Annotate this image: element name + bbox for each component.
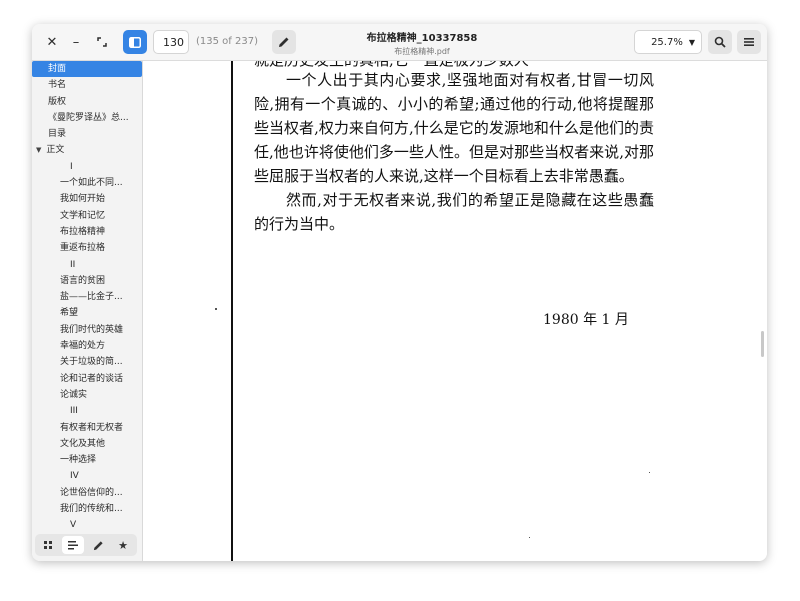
- sidebar-toc-item[interactable]: 关于垃圾的简...: [32, 354, 142, 370]
- toc-item-label: 论诚实: [60, 389, 88, 400]
- sidebar-toc-item[interactable]: 文学和记忆: [32, 208, 142, 224]
- toc-item-label: 论世俗信仰的...: [60, 487, 123, 498]
- zoom-value: 25.7%: [651, 36, 683, 48]
- sidebar-icon: [129, 36, 141, 48]
- toc-item-label: 文化及其他: [60, 438, 106, 449]
- sidebar-toc-item[interactable]: 一种选择: [32, 452, 142, 468]
- sidebar-toc-item[interactable]: II: [32, 257, 142, 273]
- date-line: 1980 年 1 月: [543, 312, 629, 328]
- toc-item-label: 我们的传统和...: [60, 504, 123, 515]
- toc-item-label: 幸福的处方: [60, 341, 106, 352]
- toc-item-label: 有权者和无权者: [60, 422, 124, 433]
- sidebar-toc-item[interactable]: 目录: [32, 126, 142, 142]
- chevron-down-icon: ▼: [688, 37, 695, 47]
- sidebar-toc-item[interactable]: 版权: [32, 94, 142, 110]
- header-bar: ✕ – 130 (135 of 237) 布拉格精神_10337858 布拉格精…: [32, 24, 767, 61]
- toc-item-label: 正文: [46, 145, 65, 156]
- document-title: 布拉格精神_10337858: [366, 33, 478, 44]
- toc-item-label: 目录: [48, 129, 67, 140]
- toc-item-label: IV: [70, 471, 79, 482]
- sidebar-toc-item[interactable]: III: [32, 403, 142, 419]
- paragraph-2: 然而,对于无权者来说,我们的希望正是隐藏在这些愚蠢的行为当中。: [254, 191, 654, 233]
- sidebar: 封面书名版权《曼陀罗译丛》总... 目录 ▼ 正文 I 一个如此不同... 我如何开始文学和…: [32, 61, 143, 561]
- sidebar-toc-item[interactable]: 语言的贫困: [32, 273, 142, 289]
- minimize-icon[interactable]: –: [64, 30, 88, 54]
- search-icon: [714, 36, 726, 48]
- sidebar-toc-item[interactable]: 封面: [32, 61, 142, 78]
- sidebar-toc-item[interactable]: 有权者和无权者: [32, 420, 142, 436]
- toc-item-label: 关于垃圾的简...: [60, 357, 123, 368]
- toc-item-label: 我们时代的英雄: [60, 324, 124, 335]
- sidebar-toc-item[interactable]: ▼ 正文: [32, 142, 142, 158]
- sidebar-toc-item[interactable]: 我们的传统和...: [32, 501, 142, 517]
- table-of-contents: 封面书名版权《曼陀罗译丛》总... 目录 ▼ 正文 I 一个如此不同... 我如何开始文学和…: [32, 61, 142, 534]
- sidebar-footer: ★: [32, 531, 142, 561]
- document-filename: 布拉格精神.pdf: [394, 47, 450, 56]
- expand-arrow-icon[interactable]: ▼: [36, 146, 41, 154]
- sidebar-toc-item[interactable]: 希望: [32, 305, 142, 321]
- toc-item-label: 布拉格精神: [60, 226, 106, 237]
- page-number-input[interactable]: 130: [153, 30, 189, 54]
- page-text: 一个人出于其内心要求,坚强地面对有权者,甘冒一切风险,拥有一个真诚的、小小的希望…: [254, 68, 654, 236]
- sidebar-toc-item[interactable]: I: [32, 159, 142, 175]
- toc-item-label: II: [70, 259, 76, 270]
- sidebar-toc-item[interactable]: IV: [32, 468, 142, 484]
- grid-icon[interactable]: [37, 536, 59, 554]
- sidebar-toc-item[interactable]: 幸福的处方: [32, 338, 142, 354]
- main-menu-button[interactable]: [737, 30, 761, 54]
- scan-speck: [215, 308, 217, 310]
- toc-item-label: 重返布拉格: [60, 243, 106, 254]
- sidebar-toc-item[interactable]: 一个如此不同...: [32, 175, 142, 191]
- sidebar-toc-item[interactable]: 盐——比金子...: [32, 289, 142, 305]
- sidebar-toc-item[interactable]: 论诚实: [32, 387, 142, 403]
- toc-item-label: 版权: [48, 96, 67, 107]
- scan-speck: [649, 472, 650, 473]
- sidebar-toc-item[interactable]: 论世俗信仰的...: [32, 485, 142, 501]
- sidebar-toc-item[interactable]: 我如何开始: [32, 191, 142, 207]
- outline-icon[interactable]: [62, 536, 84, 554]
- sidebar-toc-item[interactable]: 文化及其他: [32, 436, 142, 452]
- page-count: (135 of 237): [196, 36, 258, 47]
- annotate-icon[interactable]: [87, 536, 109, 554]
- paragraph-1: 一个人出于其内心要求,坚强地面对有权者,甘冒一切风险,拥有一个真诚的、小小的希望…: [254, 71, 654, 185]
- document-title-area: 布拉格精神_10337858 布拉格精神.pdf: [332, 29, 512, 57]
- sidebar-toc-item[interactable]: 重返布拉格: [32, 240, 142, 256]
- toc-item-label: III: [70, 406, 78, 417]
- toc-item-label: I: [70, 161, 73, 172]
- toc-item-label: 盐——比金子...: [60, 292, 123, 303]
- toc-item-label: 一个如此不同...: [60, 178, 123, 189]
- edit-button[interactable]: [272, 30, 296, 54]
- scan-speck: [529, 537, 530, 538]
- maximize-icon[interactable]: [90, 30, 114, 54]
- sidebar-toc-item[interactable]: 书名: [32, 77, 142, 93]
- sidebar-mode-switcher: ★: [35, 534, 137, 556]
- close-icon[interactable]: ✕: [40, 30, 64, 54]
- toc-item-label: 我如何开始: [60, 194, 106, 205]
- pencil-icon: [279, 37, 289, 47]
- toc-item-label: 封面: [48, 64, 67, 74]
- zoom-dropdown[interactable]: 25.7% ▼: [634, 30, 702, 54]
- sidebar-toc-item[interactable]: 我们时代的英雄: [32, 322, 142, 338]
- toc-item-label: 希望: [60, 308, 79, 319]
- sidebar-toc-item[interactable]: 布拉格精神: [32, 224, 142, 240]
- sidebar-toggle-button[interactable]: [123, 30, 147, 54]
- page-margin-line: [231, 61, 233, 561]
- search-button[interactable]: [708, 30, 732, 54]
- toc-item-label: 《曼陀罗译丛》总...: [48, 112, 129, 123]
- sidebar-toc-item[interactable]: 论和记者的谈话: [32, 371, 142, 387]
- document-viewer[interactable]: 就是历史发生的真相,它一直是极为少数人 一个人出于其内心要求,坚强地面对有权者,…: [143, 61, 767, 561]
- toc-item-label: 文学和记忆: [60, 210, 106, 221]
- scrollbar-thumb[interactable]: [761, 331, 764, 357]
- app-window: ✕ – 130 (135 of 237) 布拉格精神_10337858 布拉格精…: [32, 24, 767, 561]
- toc-item-label: V: [70, 520, 77, 531]
- sidebar-toc-item[interactable]: 《曼陀罗译丛》总...: [32, 110, 142, 126]
- toc-item-label: 语言的贫困: [60, 275, 106, 286]
- toc-item-label: 一种选择: [60, 455, 97, 466]
- star-icon[interactable]: ★: [112, 536, 134, 554]
- hamburger-menu-icon: [744, 38, 754, 46]
- toc-item-label: 论和记者的谈话: [60, 373, 124, 384]
- toc-item-label: 书名: [48, 80, 67, 91]
